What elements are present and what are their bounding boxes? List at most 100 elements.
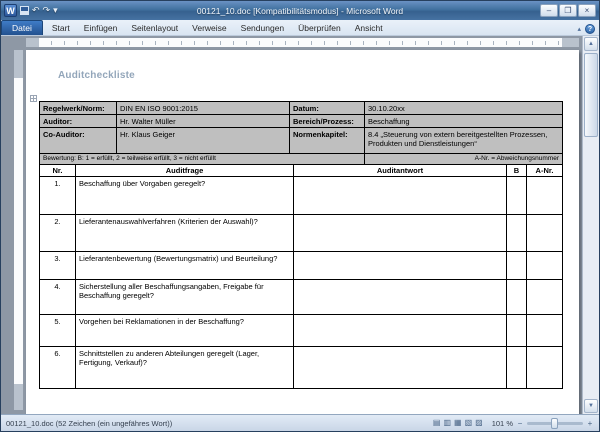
print-layout-view-icon[interactable]: ▤ <box>433 419 441 427</box>
answer-cell[interactable] <box>294 280 507 315</box>
audit-row: 3. Lieferantenbewertung (Bewertungsmatri… <box>40 252 563 280</box>
answer-cell[interactable] <box>294 252 507 280</box>
undo-icon[interactable]: ↶ <box>32 6 40 15</box>
window-title: 00121_10.doc [Kompatibilitätsmodus] - Mi… <box>1 6 599 16</box>
zoom-slider[interactable] <box>527 422 583 425</box>
meta-label: Regelwerk/Norm: <box>40 102 117 115</box>
meta-label: Co-Auditor: <box>40 128 117 154</box>
rating-cell[interactable] <box>507 177 527 215</box>
meta-label: Auditor: <box>40 115 117 128</box>
meta-label: Datum: <box>290 102 365 115</box>
maximize-button[interactable]: ❐ <box>559 4 577 17</box>
status-document-info: 00121_10.doc (52 Zeichen (ein ungefähres… <box>6 419 172 428</box>
vertical-ruler-text-area <box>14 78 23 384</box>
word-window: W ↶ ↷ ▾ 00121_10.doc [Kompatibilitätsmod… <box>0 0 600 432</box>
close-button[interactable]: × <box>578 4 596 17</box>
vertical-scrollbar[interactable]: ▲ ▼ <box>582 36 599 414</box>
tab-seitenlayout[interactable]: Seitenlayout <box>124 21 185 35</box>
word-app-icon: W <box>4 4 17 17</box>
column-header-nr: Nr. <box>40 165 76 177</box>
question-text: Sicherstellung aller Beschaffungsangaben… <box>76 280 294 315</box>
meta-value: Hr. Klaus Geiger <box>117 128 290 154</box>
tab-datei[interactable]: Datei <box>1 20 43 35</box>
meta-value: DIN EN ISO 9001:2015 <box>117 102 290 115</box>
audit-header-row: Nr. Auditfrage Auditantwort B A-Nr. <box>40 165 563 177</box>
audit-row: 2. Lieferantenauswahlverfahren (Kriterie… <box>40 215 563 252</box>
audit-table: Nr. Auditfrage Auditantwort B A-Nr. 1. B… <box>39 164 563 389</box>
zoom-out-icon[interactable]: − <box>516 419 524 428</box>
document-area: Auditcheckliste Regelwerk/Norm: DIN EN I… <box>1 36 599 414</box>
zoom-slider-thumb[interactable] <box>551 418 558 429</box>
status-right-controls: ▤ ▥ ▦ ▧ ▨ 101 % − + <box>433 419 594 428</box>
column-header-anr: A-Nr. <box>527 165 563 177</box>
scroll-down-icon[interactable]: ▼ <box>584 399 598 413</box>
scroll-up-icon[interactable]: ▲ <box>584 37 598 51</box>
meta-row: Auditor: Hr. Walter Müller Bereich/Proze… <box>40 115 563 128</box>
help-icon[interactable]: ? <box>585 24 595 34</box>
save-icon[interactable] <box>20 6 29 15</box>
vertical-ruler[interactable] <box>14 50 23 410</box>
answer-cell[interactable] <box>294 315 507 347</box>
horizontal-ruler[interactable] <box>26 38 579 47</box>
audit-row: 6. Schnittstellen zu anderen Abteilungen… <box>40 347 563 389</box>
question-number: 3. <box>40 252 76 280</box>
quick-access-toolbar: W ↶ ↷ ▾ <box>1 4 58 17</box>
meta-value: Hr. Walter Müller <box>117 115 290 128</box>
rating-cell[interactable] <box>507 215 527 252</box>
rating-cell[interactable] <box>507 280 527 315</box>
meta-label: Normenkapitel: <box>290 128 365 154</box>
ribbon-collapse-icon[interactable]: ▴ <box>577 25 581 33</box>
qat-dropdown-icon[interactable]: ▾ <box>53 6 58 15</box>
document-page[interactable]: Auditcheckliste Regelwerk/Norm: DIN EN I… <box>26 50 579 414</box>
meta-value: 8.4 „Steuerung von extern bereitgestellt… <box>365 128 563 154</box>
redo-icon[interactable]: ↷ <box>43 6 51 15</box>
column-header-auditantwort: Auditantwort <box>294 165 507 177</box>
deviation-cell[interactable] <box>527 252 563 280</box>
scrollbar-thumb[interactable] <box>584 53 598 137</box>
table-move-handle-icon[interactable] <box>30 95 37 102</box>
meta-value: 30.10.20xx <box>365 102 563 115</box>
outline-view-icon[interactable]: ▧ <box>465 419 473 427</box>
deviation-cell[interactable] <box>527 215 563 252</box>
audit-row: 5. Vorgehen bei Reklamationen in der Bes… <box>40 315 563 347</box>
meta-value: Beschaffung <box>365 115 563 128</box>
fullscreen-view-icon[interactable]: ▥ <box>443 419 451 427</box>
zoom-in-icon[interactable]: + <box>586 419 594 428</box>
rating-cell[interactable] <box>507 347 527 389</box>
tab-ueberpruefen[interactable]: Überprüfen <box>291 21 348 35</box>
draft-view-icon[interactable]: ▨ <box>475 419 483 427</box>
answer-cell[interactable] <box>294 347 507 389</box>
tab-sendungen[interactable]: Sendungen <box>234 21 292 35</box>
question-number: 6. <box>40 347 76 389</box>
legend-right: A-Nr. = Abweichungsnummer <box>365 154 563 165</box>
zoom-percentage[interactable]: 101 % <box>492 419 513 428</box>
deviation-cell[interactable] <box>527 177 563 215</box>
ribbon-right-controls: ▴ ? <box>577 24 599 35</box>
deviation-cell[interactable] <box>527 280 563 315</box>
rating-cell[interactable] <box>507 252 527 280</box>
meta-table: Regelwerk/Norm: DIN EN ISO 9001:2015 Dat… <box>39 101 563 165</box>
answer-cell[interactable] <box>294 177 507 215</box>
window-controls: – ❐ × <box>539 4 599 17</box>
web-layout-view-icon[interactable]: ▦ <box>454 419 462 427</box>
meta-row: Regelwerk/Norm: DIN EN ISO 9001:2015 Dat… <box>40 102 563 115</box>
tab-verweise[interactable]: Verweise <box>185 21 234 35</box>
deviation-cell[interactable] <box>527 347 563 389</box>
legend-row: Bewertung: B: 1 = erfüllt, 2 = teilweise… <box>40 154 563 165</box>
deviation-cell[interactable] <box>527 315 563 347</box>
tab-einfuegen[interactable]: Einfügen <box>77 21 125 35</box>
question-number: 4. <box>40 280 76 315</box>
answer-cell[interactable] <box>294 215 507 252</box>
rating-cell[interactable] <box>507 315 527 347</box>
tab-start[interactable]: Start <box>45 21 77 35</box>
minimize-button[interactable]: – <box>540 4 558 17</box>
titlebar: W ↶ ↷ ▾ 00121_10.doc [Kompatibilitätsmod… <box>1 1 599 20</box>
meta-row: Co-Auditor: Hr. Klaus Geiger Normenkapit… <box>40 128 563 154</box>
horizontal-ruler-text-area <box>39 38 562 47</box>
question-text: Beschaffung über Vorgaben geregelt? <box>76 177 294 215</box>
question-number: 1. <box>40 177 76 215</box>
tab-ansicht[interactable]: Ansicht <box>348 21 390 35</box>
question-text: Vorgehen bei Reklamationen in der Bescha… <box>76 315 294 347</box>
question-text: Lieferantenauswahlverfahren (Kriterien d… <box>76 215 294 252</box>
question-text: Lieferantenbewertung (Bewertungsmatrix) … <box>76 252 294 280</box>
